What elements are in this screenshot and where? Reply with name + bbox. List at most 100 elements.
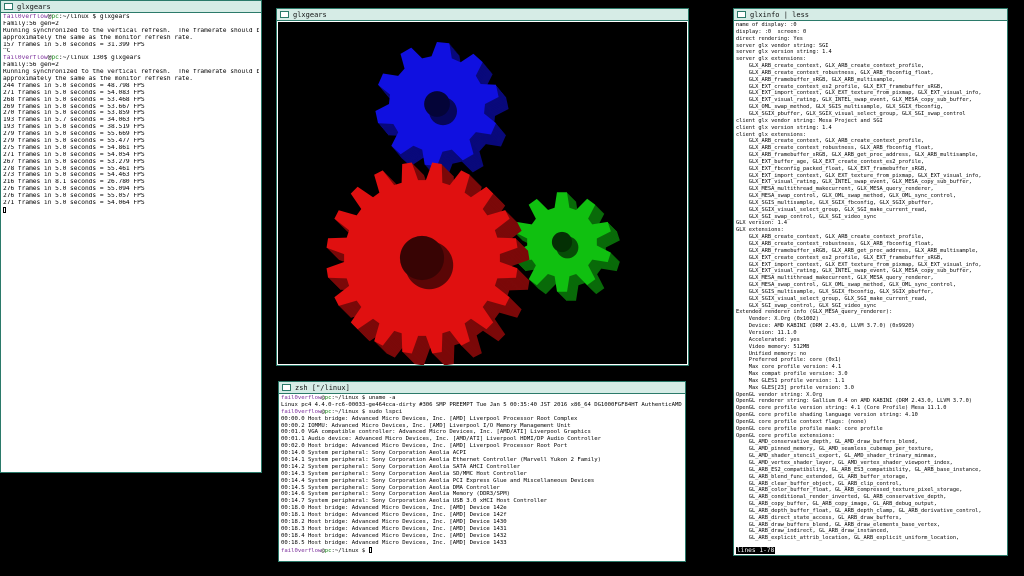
terminal-line: 273 frames in 5.0 seconds = 54.463 FPS [3,172,145,179]
terminal-line: fail0verflow@pc:~/linux $ sudo lspci [281,408,403,415]
terminal-line: 244 frames in 5.0 seconds = 48.798 FPS [3,82,145,89]
glxinfo-line: GLX_SGIX_visual_select_group, GLX_SGI_ma… [736,295,928,302]
terminal-line: 279 frames in 5.0 seconds = 55.669 FPS [3,131,145,138]
terminal-window-zsh[interactable]: zsh ["/linux] fail0verflow@pc:~/linux $ … [278,381,686,562]
terminal-line: ^C [3,48,11,55]
blue-gear [375,42,509,178]
glxinfo-line: GLX_EXT_import_context, GLX_EXT_texture_… [736,90,982,97]
terminal-line: 00:14.2 System peripheral: Sony Corporat… [281,463,521,470]
window-icon[interactable] [282,384,291,391]
glxinfo-line: GL_ARB_copy_buffer, GL_ARB_copy_image, G… [736,501,937,508]
terminal-line: 268 frames in 5.0 seconds = 53.468 FPS [3,96,145,103]
glxinfo-line: GLX_SGI_swap_control, GLX_SGI_video_sync [736,302,877,309]
glxinfo-line: GL_AMD_conservative_depth, GL_AMD_draw_b… [736,439,918,446]
glxinfo-line: Max compat profile version: 3.0 [736,371,848,378]
terminal-output[interactable]: name of display: :0 display: :0 screen: 0… [734,21,1007,543]
terminal-line: fail0verflow@pc:~/linux 130$ glxgears [3,55,141,62]
terminal-line: Running synchronized to the vertical ref… [3,69,259,76]
window-title: zsh ["/linux] [295,383,350,392]
glxinfo-line: OpenGL vendor string: X.Org [736,391,823,398]
glxinfo-line: OpenGL core profile version string: 4.1 … [736,405,947,412]
terminal-line: Family:56 gen=2 [3,62,59,69]
terminal-line: 270 frames in 5.0 seconds = 53.859 FPS [3,110,145,117]
window-titlebar[interactable]: zsh ["/linux] [279,382,685,394]
terminal-line: 271 frames in 5.0 seconds = 54.064 FPS [3,200,145,207]
window-icon[interactable] [280,11,289,18]
terminal-line: 00:14.5 System peripheral: Sony Corporat… [281,484,500,491]
terminal-output[interactable]: fail0verflow@pc:~/linux $ uname -a Linux … [279,394,685,554]
gears-window[interactable]: glxgears [276,8,689,366]
glxinfo-line: GLX_SGIX_pbuffer, GLX_SGIX_visual_select… [736,110,966,117]
terminal-window-glxinfo[interactable]: glxinfo | less name of display: :0 displa… [733,8,1008,556]
glxinfo-line: GLX_SGIS_multisample, GLX_SGIX_fbconfig,… [736,199,934,206]
terminal-line: 00:00.0 Host bridge: Advanced Micro Devi… [281,415,578,422]
window-title: glxinfo | less [750,10,810,19]
glxinfo-line: direct rendering: Yes [736,35,803,42]
glxinfo-line: GLX_EXT_import_context, GLX_EXT_texture_… [736,172,982,179]
terminal-output[interactable]: fail0verflow@pc:~/linux $ glxgears Family… [1,13,261,215]
glxinfo-line: GLX_EXT_create_context_es2_profile, GLX_… [736,254,944,261]
glxinfo-line: OpenGL core profile shading language ver… [736,412,918,419]
terminal-line: 00:14.7 System peripheral: Sony Corporat… [281,498,548,505]
glxinfo-line: GLX_EXT_visual_rating, GLX_INTEL_swap_ev… [736,97,972,104]
glxinfo-line: GL_ARB_direct_state_access, GL_ARB_draw_… [736,514,902,521]
terminal-line: 00:18.0 Host bridge: Advanced Micro Devi… [281,505,507,512]
glxinfo-line: GLX_MESA_swap_control, GLX_OML_swap_meth… [736,193,957,200]
glxinfo-line: GL_ARB_ES2_compatibility, GL_ARB_ES3_com… [736,466,982,473]
terminal-line: 269 frames in 5.0 seconds = 53.667 FPS [3,103,145,110]
terminal-line: 278 frames in 5.0 seconds = 55.461 FPS [3,165,145,172]
glxinfo-line: GLX_EXT_fbconfig_packed_float, GLX_EXT_f… [736,165,928,172]
glxinfo-line: GL_ARB_explicit_attrib_location, GL_ARB_… [736,535,960,542]
terminal-line: 00:00.2 IOMMU: Advanced Micro Devices, I… [281,422,571,429]
glxinfo-line: GL_ARB_conditional_render_inverted, GL_A… [736,494,947,501]
glxinfo-line: GLX_ARB_create_context_robustness, GLX_A… [736,241,934,247]
window-icon[interactable] [4,3,13,10]
terminal-window-glxgears[interactable]: glxgears fail0verflow@pc:~/linux $ glxge… [0,0,262,473]
glxinfo-line: client glx version string: 1.4 [736,124,832,131]
terminal-line: 193 frames in 5.0 seconds = 38.519 FPS [3,124,145,131]
red-gear [326,162,530,365]
terminal-line: Running synchronized to the vertical ref… [3,27,259,34]
terminal-line: fail0verflow@pc:~/linux $ glxgears [3,14,130,20]
glxinfo-line: GLX_ARB_framebuffer_sRGB, GLX_ARB_get_pr… [736,247,979,254]
glxinfo-line: Video memory: 512MB [736,343,810,350]
glxinfo-line: Max GLES[23] profile version: 3.0 [736,384,854,391]
window-titlebar[interactable]: glxinfo | less [734,9,1007,21]
glxinfo-line: server glx version string: 1.4 [736,49,832,56]
gears-render-area[interactable] [278,22,687,365]
glxinfo-line: GLX extensions: [736,227,784,234]
green-gear [513,192,620,301]
glxinfo-line: Extended renderer info (GLX_MESA_query_r… [736,309,893,316]
terminal-line: 00:01.1 Audio device: Advanced Micro Dev… [281,436,601,443]
terminal-line: Family:56 gen=2 [3,20,59,27]
terminal-line: 00:01.0 VGA compatible controller: Advan… [281,429,591,436]
terminal-line: 157 frames in 5.0 seconds = 31.399 FPS [3,41,145,48]
glxinfo-line: OpenGL core profile extensions: [736,432,835,439]
terminal-line: 00:18.5 Host bridge: Advanced Micro Devi… [281,539,507,546]
glxinfo-line: client glx extensions: [736,131,807,138]
terminal-line: 276 frames in 5.0 seconds = 55.094 FPS [3,186,145,193]
window-titlebar[interactable]: glxgears [1,1,261,13]
terminal-line: Linux pc4 4.4.0-rc6-00033-ge464cca-dirty… [281,401,683,408]
terminal-line: 00:14.4 System peripheral: Sony Corporat… [281,477,595,484]
glxinfo-line: GLX_SGIS_multisample, GLX_SGIX_fbconfig,… [736,288,934,295]
terminal-line: 00:14.1 System peripheral: Sony Corporat… [281,457,601,464]
glxinfo-line: server glx extensions: [736,56,807,63]
glxinfo-line: GLX_ARB_create_context_robustness, GLX_A… [736,69,934,76]
glxinfo-line: Max core profile version: 4.1 [736,364,842,371]
terminal-line: 00:18.3 Host bridge: Advanced Micro Devi… [281,525,507,532]
glxinfo-line: GLX_MESA_swap_control, GLX_OML_swap_meth… [736,282,957,289]
terminal-line: 276 frames in 5.0 seconds = 55.057 FPS [3,193,145,200]
terminal-line: 267 frames in 5.0 seconds = 53.279 FPS [3,158,145,165]
glxinfo-line: server glx vendor string: SGI [736,42,829,49]
terminal-line: 00:18.2 Host bridge: Advanced Micro Devi… [281,519,507,526]
glxinfo-line: Vendor: X.Org (0x1002) [736,316,819,323]
terminal-cursor [3,206,6,213]
glxinfo-line: GLX_ARB_create_context, GLX_ARB_create_c… [736,63,925,70]
glxinfo-line: GLX_ARB_create_context, GLX_ARB_create_c… [736,234,925,241]
window-titlebar[interactable]: glxgears [277,9,688,21]
window-title: glxgears [293,10,327,19]
window-icon[interactable] [737,11,746,18]
glxinfo-line: name of display: :0 [736,22,797,28]
glxinfo-line: GL_ARB_draw_indirect, GL_ARB_draw_instan… [736,528,890,535]
